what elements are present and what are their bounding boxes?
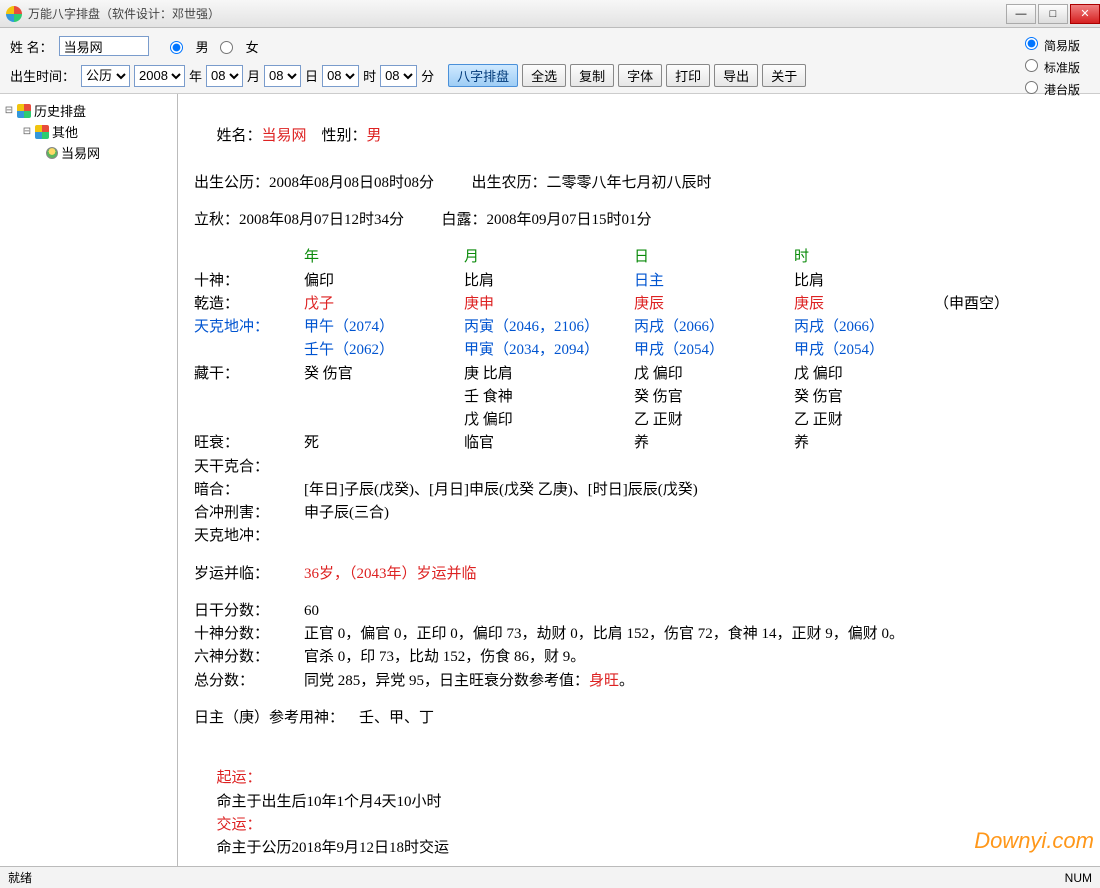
toolbar: 姓 名： 男 女 出生时间： 公历 2008 年 08 月 08 日 08 时 …	[0, 28, 1100, 94]
status-bar: 就绪 NUM	[0, 866, 1100, 888]
selectall-button[interactable]: 全选	[522, 64, 566, 87]
qianzao-row: 乾造： 戊子 庚申 庚辰 庚辰 （申酉空）	[194, 293, 1080, 316]
close-button[interactable]: ✕	[1070, 4, 1100, 24]
lsfs-row: 六神分数：官杀 0，印 73，比劫 152，伤食 86，财 9。	[194, 646, 1080, 669]
month-select[interactable]: 08	[206, 65, 243, 87]
sidebar: ⊟ 历史排盘 ⊟ 其他 当易网	[0, 94, 178, 866]
suiyun-row: 岁运并临：36岁，（2043年）岁运并临	[194, 563, 1080, 586]
tree-root[interactable]: ⊟ 历史排盘	[4, 100, 173, 121]
gender-female-radio[interactable]: 女	[215, 37, 259, 56]
year-select[interactable]: 2008	[134, 65, 185, 87]
export-button[interactable]: 导出	[714, 64, 758, 87]
version-simple-radio[interactable]: 简易版	[1020, 34, 1080, 54]
title-bar: 万能八字排盘（软件设计：邓世强） — □ ✕	[0, 0, 1100, 28]
wangshuai-row: 旺衰： 死 临官 养 养	[194, 432, 1080, 455]
name-label: 姓 名：	[10, 37, 53, 56]
folder-icon	[17, 104, 31, 118]
maximize-button[interactable]: □	[1038, 4, 1068, 24]
rgfs-row: 日干分数：60	[194, 600, 1080, 623]
anhe-row: 暗合：[年日]子辰(戊癸)、[月日]申辰(戊癸 乙庚)、[时日]辰辰(戊癸)	[194, 479, 1080, 502]
status-right: NUM	[1065, 871, 1092, 885]
canggan-row2: 壬 食神 癸 伤官 癸 伤官	[194, 386, 1080, 409]
minimize-button[interactable]: —	[1006, 4, 1036, 24]
calendar-select[interactable]: 公历	[81, 65, 130, 87]
hechongxinghai-row: 合冲刑害：申子辰(三合)	[194, 502, 1080, 525]
tree-toggle-icon[interactable]: ⊟	[22, 126, 32, 137]
version-standard-radio[interactable]: 标准版	[1020, 56, 1080, 76]
paipan-button[interactable]: 八字排盘	[448, 64, 518, 87]
result-solar-terms: 立秋：2008年08月07日12时34分 白露：2008年09月07日15时01…	[194, 209, 1080, 232]
minute-select[interactable]: 08	[380, 65, 417, 87]
shishen-row: 十神： 偏印 比肩 日主 比肩	[194, 270, 1080, 293]
ssfs-row: 十神分数：正官 0，偏官 0，正印 0，偏印 73，劫财 0，比肩 152，伤官…	[194, 623, 1080, 646]
app-icon	[6, 6, 22, 22]
person-icon	[46, 147, 58, 159]
gender-male-radio[interactable]: 男	[165, 37, 209, 56]
qiyun-row: 起运： 命主于出生后10年1个月4天10小时 交运： 命主于公历2018年9月1…	[194, 744, 1080, 866]
about-button[interactable]: 关于	[762, 64, 806, 87]
canggan-row1: 藏干： 癸 伤官 庚 比肩 戊 偏印 戊 偏印	[194, 363, 1080, 386]
name-input[interactable]	[59, 36, 149, 56]
result-birth-line: 出生公历：2008年08月08日08时08分 出生农历：二零零八年七月初八辰时	[194, 172, 1080, 195]
zfs-row: 总分数：同党 285，异党 95，日主旺衰分数参考值：身旺。	[194, 670, 1080, 693]
folder-icon	[35, 125, 49, 139]
yongshen-row: 日主（庚）参考用神： 壬、甲、丁	[194, 707, 1080, 730]
copy-button[interactable]: 复制	[570, 64, 614, 87]
tiankedichong-row1: 天克地冲： 甲午（2074） 丙寅（2046，2106） 丙戌（2066） 丙戌…	[194, 316, 1080, 339]
tree-leaf[interactable]: 当易网	[4, 142, 173, 163]
tree-toggle-icon[interactable]: ⊟	[4, 105, 14, 116]
window-title: 万能八字排盘（软件设计：邓世强）	[28, 5, 220, 22]
tiangan-kehe: 天干克合：	[194, 456, 1080, 479]
hour-select[interactable]: 08	[322, 65, 359, 87]
status-left: 就绪	[8, 869, 32, 886]
result-content[interactable]: 姓名：当易网 性别：男 出生公历：2008年08月08日08时08分 出生农历：…	[178, 94, 1100, 866]
version-radios: 简易版 标准版 港台版	[1020, 34, 1082, 98]
tkdc-empty-row: 天克地冲：	[194, 525, 1080, 548]
tree-group[interactable]: ⊟ 其他	[4, 121, 173, 142]
result-name-line: 姓名：当易网 性别：男	[194, 102, 1080, 172]
font-button[interactable]: 字体	[618, 64, 662, 87]
canggan-row3: 戊 偏印 乙 正财 乙 正财	[194, 409, 1080, 432]
birth-label: 出生时间：	[10, 66, 75, 85]
tiankedichong-row2: 壬午（2062） 甲寅（2034，2094） 甲戌（2054） 甲戌（2054）	[194, 339, 1080, 362]
print-button[interactable]: 打印	[666, 64, 710, 87]
column-headers: 年 月 日 时	[194, 246, 1080, 269]
day-select[interactable]: 08	[264, 65, 301, 87]
